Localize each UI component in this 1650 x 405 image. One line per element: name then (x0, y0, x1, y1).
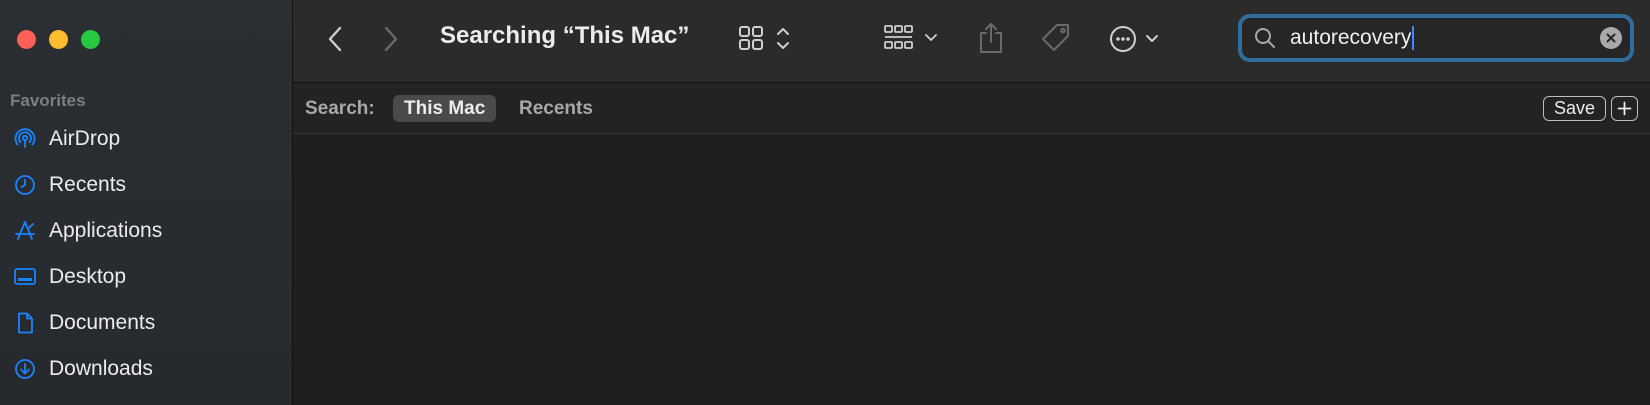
sidebar-item-documents[interactable]: Documents (0, 300, 293, 346)
sidebar-item-desktop[interactable]: Desktop (0, 254, 293, 300)
scope-this-mac-button[interactable]: This Mac (393, 95, 497, 122)
close-window-button[interactable] (17, 30, 36, 49)
close-icon (1606, 33, 1616, 43)
text-caret (1412, 26, 1415, 51)
search-scope-label: Search: (305, 98, 375, 119)
sidebar-item-downloads[interactable]: Downloads (0, 346, 293, 392)
ellipsis-circle-icon (1110, 26, 1158, 52)
sidebar-item-label: Downloads (49, 357, 153, 380)
search-scope-bar: Search: This Mac Recents Save (293, 83, 1650, 134)
download-icon (13, 357, 37, 381)
tag-button[interactable] (1038, 20, 1074, 56)
add-criteria-button[interactable] (1611, 96, 1638, 121)
search-input[interactable]: autorecovery (1290, 25, 1600, 51)
forward-button[interactable] (379, 24, 403, 54)
back-button[interactable] (323, 24, 347, 54)
save-search-button[interactable]: Save (1542, 96, 1606, 121)
chevron-right-icon (384, 26, 398, 52)
favorites-list: AirDrop Recents Applications Desktop Doc… (0, 116, 293, 392)
sidebar-item-applications[interactable]: Applications (0, 208, 293, 254)
sidebar: Favorites AirDrop Recents Applications D… (0, 0, 293, 405)
search-results-area[interactable] (293, 134, 1650, 405)
chevron-left-icon (328, 26, 342, 52)
sidebar-item-label: Documents (49, 311, 156, 334)
document-icon (13, 311, 37, 335)
main-pane: Searching “This Mac” autorecovery Search… (293, 0, 1650, 405)
icon-view-grid-icon (739, 26, 789, 50)
sidebar-item-airdrop[interactable]: AirDrop (0, 116, 293, 162)
clock-icon (13, 173, 37, 197)
sidebar-item-label: Desktop (49, 265, 127, 288)
more-actions-button[interactable] (1108, 22, 1168, 56)
clear-search-button[interactable] (1600, 27, 1622, 49)
search-input-value: autorecovery (1290, 25, 1412, 49)
sidebar-item-label: AirDrop (49, 127, 121, 150)
share-icon (980, 23, 1002, 53)
sidebar-item-label: Applications (49, 219, 163, 242)
share-button[interactable] (976, 20, 1006, 56)
window-title: Searching “This Mac” (440, 22, 690, 49)
desktop-icon (13, 265, 37, 289)
zoom-window-button[interactable] (81, 30, 100, 49)
sidebar-item-label: Recents (49, 173, 127, 196)
plus-icon (1617, 101, 1632, 116)
favorites-section-title: Favorites (10, 91, 86, 110)
scope-recents-button[interactable]: Recents (519, 98, 593, 120)
airdrop-icon (13, 127, 37, 151)
minimize-window-button[interactable] (49, 30, 68, 49)
search-icon (1252, 25, 1278, 51)
search-field[interactable]: autorecovery (1238, 14, 1634, 62)
view-mode-button[interactable] (738, 24, 798, 54)
toolbar: Searching “This Mac” autorecovery (293, 0, 1650, 83)
tag-icon (1042, 24, 1069, 51)
sidebar-item-recents[interactable]: Recents (0, 162, 293, 208)
group-button[interactable] (883, 22, 943, 56)
group-items-icon (884, 25, 937, 49)
traffic-lights (17, 30, 100, 49)
finder-window: Favorites AirDrop Recents Applications D… (0, 0, 1650, 405)
applications-icon (13, 219, 37, 243)
